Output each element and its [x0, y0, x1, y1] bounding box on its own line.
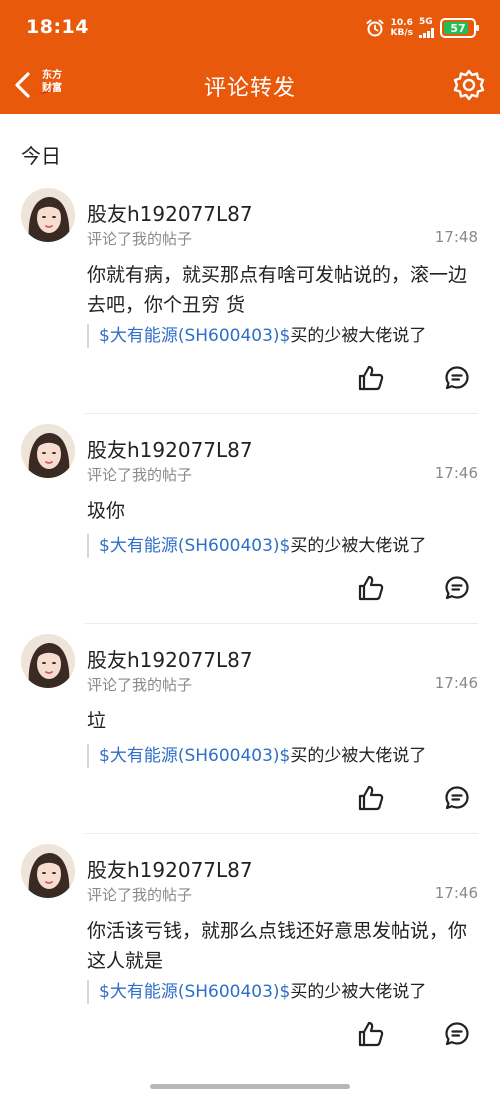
- app-logo: 东方 财富: [38, 69, 66, 99]
- gear-icon[interactable]: [452, 68, 486, 102]
- comment-username[interactable]: 股友h192077L87: [87, 644, 253, 673]
- page-title: 评论转发: [203, 76, 296, 101]
- quoted-post-text: 买的少被大佬说了: [290, 536, 427, 556]
- quoted-post-text: 买的少被大佬说了: [290, 746, 427, 766]
- comment-item[interactable]: 股友h192077L87 评论了我的帖子 17:48 你就有病，就买那点有啥可发…: [0, 188, 500, 414]
- status-time: 18:14: [26, 16, 89, 38]
- stock-link[interactable]: $大有能源(SH600403)$: [99, 746, 290, 766]
- divider: [85, 413, 478, 414]
- comment-time: 17:46: [434, 884, 478, 902]
- comment-content: 你就有病，就买那点有啥可发帖说的，滚一边去吧，你个丑穷 货: [87, 264, 468, 316]
- comment-bubble-icon[interactable]: [444, 365, 470, 391]
- avatar[interactable]: [21, 634, 75, 688]
- cellular-signal: 5G: [419, 18, 434, 38]
- quoted-post[interactable]: $大有能源(SH600403)$买的少被大佬说了: [87, 534, 426, 558]
- comment-action: 评论了我的帖子: [87, 886, 193, 904]
- thumbs-up-icon[interactable]: [357, 784, 385, 812]
- quoted-post[interactable]: $大有能源(SH600403)$买的少被大佬说了: [87, 980, 426, 1004]
- quoted-post-text: 买的少被大佬说了: [290, 326, 427, 346]
- battery-icon: 57: [440, 18, 479, 38]
- logo-text-line2: 财富: [42, 83, 62, 94]
- comment-action: 评论了我的帖子: [87, 230, 193, 248]
- comment-action: 评论了我的帖子: [87, 466, 193, 484]
- comment-username[interactable]: 股友h192077L87: [87, 434, 253, 463]
- comment-content: 圾你: [87, 500, 126, 522]
- comment-bubble-icon[interactable]: [444, 575, 470, 601]
- stock-link[interactable]: $大有能源(SH600403)$: [99, 982, 290, 1002]
- network-speed: 10.6 KB/s: [391, 18, 413, 38]
- speed-value: 10.6: [390, 18, 413, 28]
- stock-link[interactable]: $大有能源(SH600403)$: [99, 326, 290, 346]
- battery-level: 57: [450, 21, 466, 35]
- avatar[interactable]: [21, 188, 75, 242]
- comment-item[interactable]: 股友h192077L87 评论了我的帖子 17:46 你活该亏钱，就那么点钱还好…: [0, 844, 500, 1070]
- comment-content: 你活该亏钱，就那么点钱还好意思发帖说，你这人就是: [87, 920, 468, 972]
- divider: [85, 623, 478, 624]
- thumbs-up-icon[interactable]: [357, 1020, 385, 1048]
- quoted-post[interactable]: $大有能源(SH600403)$买的少被大佬说了: [87, 324, 426, 348]
- comment-username[interactable]: 股友h192077L87: [87, 198, 253, 227]
- stock-link[interactable]: $大有能源(SH600403)$: [99, 536, 290, 556]
- quoted-post-text: 买的少被大佬说了: [290, 982, 427, 1002]
- thumbs-up-icon[interactable]: [357, 574, 385, 602]
- comment-content: 垃: [87, 710, 107, 732]
- thumbs-up-icon[interactable]: [357, 364, 385, 392]
- comment-time: 17:46: [434, 674, 478, 692]
- logo-text-line1: 东方: [42, 70, 62, 81]
- network-type: 5G: [419, 17, 433, 27]
- comment-bubble-icon[interactable]: [444, 1021, 470, 1047]
- header: 东方 财富 评论转发: [0, 56, 500, 114]
- comment-username[interactable]: 股友h192077L87: [87, 854, 253, 883]
- status-icons: 10.6 KB/s 5G 57: [365, 14, 479, 42]
- section-label-today: 今日: [21, 144, 61, 168]
- home-indicator[interactable]: [150, 1084, 350, 1089]
- alarm-icon: [366, 19, 384, 37]
- avatar[interactable]: [21, 844, 75, 898]
- signal-bars-icon: [419, 28, 434, 38]
- quoted-post[interactable]: $大有能源(SH600403)$买的少被大佬说了: [87, 744, 426, 768]
- comment-action: 评论了我的帖子: [87, 676, 193, 694]
- comment-time: 17:48: [434, 228, 478, 246]
- speed-unit: KB/s: [390, 28, 413, 38]
- status-bar: 18:14 10.6 KB/s 5G 57: [0, 0, 500, 56]
- comment-bubble-icon[interactable]: [444, 785, 470, 811]
- comment-item[interactable]: 股友h192077L87 评论了我的帖子 17:46 垃 $大有能源(SH600…: [0, 634, 500, 834]
- avatar[interactable]: [21, 424, 75, 478]
- divider: [85, 833, 478, 834]
- comment-time: 17:46: [434, 464, 478, 482]
- comment-item[interactable]: 股友h192077L87 评论了我的帖子 17:46 圾你 $大有能源(SH60…: [0, 424, 500, 624]
